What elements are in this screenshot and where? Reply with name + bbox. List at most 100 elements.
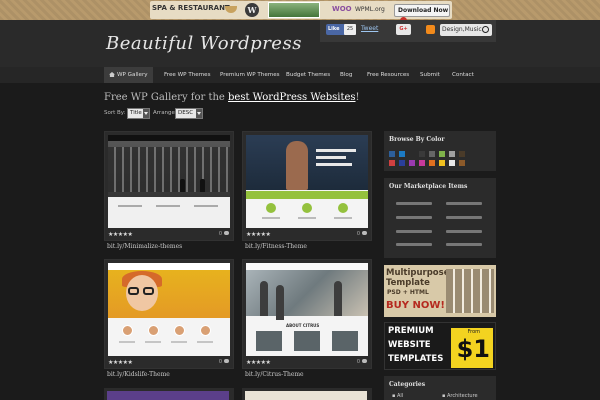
shot-line — [171, 341, 187, 343]
gallery-card-minimalize[interactable]: ★★★★★ 0 — [104, 131, 234, 241]
category-all[interactable]: ▪ All — [392, 393, 403, 399]
color-swatch[interactable] — [449, 160, 455, 166]
site-logo[interactable]: Beautiful Wordpress — [106, 33, 302, 54]
comment-count: 0 — [219, 359, 229, 365]
banner-website: WEBSITE — [388, 340, 431, 350]
color-swatch[interactable] — [409, 160, 415, 166]
title-prefix: Free WP Gallery for the — [104, 92, 229, 103]
nav-wp-gallery[interactable]: WP Gallery — [104, 67, 153, 83]
widget-title: Categories — [389, 381, 426, 388]
color-swatch[interactable] — [429, 160, 435, 166]
theme-screenshot[interactable] — [107, 391, 229, 400]
card-caption-fitness[interactable]: bit.ly/Fitness-Theme — [245, 243, 307, 250]
color-swatch[interactable] — [389, 160, 395, 166]
count-value: 0 — [218, 231, 222, 237]
color-swatch[interactable] — [419, 160, 425, 166]
banner-word: Multipurpose — [386, 268, 450, 278]
theme-screenshot[interactable] — [108, 135, 230, 228]
color-swatch[interactable] — [409, 151, 415, 157]
nav-submit[interactable]: Submit — [420, 67, 440, 83]
premium-website-templates-banner[interactable]: PREMIUM WEBSITE TEMPLATES From $1 — [384, 322, 496, 370]
marketplace-widget: Our Marketplace Items — [384, 178, 496, 258]
shot-line — [119, 341, 135, 343]
banner-templates: TEMPLATES — [388, 354, 444, 364]
gallery-card-citrus[interactable]: ABOUT CITRUS ★★★★★ 0 — [242, 259, 372, 369]
shot-topbar — [108, 135, 230, 141]
color-swatch[interactable] — [459, 160, 465, 166]
theme-screenshot[interactable] — [246, 135, 368, 228]
shot-figure — [286, 141, 308, 190]
gallery-card-kidslife[interactable]: ★★★★★ 0 — [104, 259, 234, 369]
card-caption-citrus[interactable]: bit.ly/Citrus-Theme — [245, 371, 304, 378]
color-swatch[interactable] — [439, 160, 445, 166]
marketplace-item[interactable] — [396, 243, 432, 246]
nav-free-resources[interactable]: Free Resources — [367, 67, 409, 83]
nav-premium-wp-themes[interactable]: Premium WP Themes — [220, 67, 280, 83]
marketplace-item[interactable] — [396, 202, 432, 205]
price-value: $1 — [456, 335, 490, 363]
gallery-card-fitness[interactable]: ★★★★★ 0 — [242, 131, 372, 241]
google-plus-button[interactable]: G+ — [396, 24, 411, 35]
shot-glasses — [143, 287, 154, 295]
rss-icon[interactable] — [426, 25, 435, 34]
comment-icon — [362, 231, 367, 235]
facebook-like-count: 25 — [344, 24, 356, 35]
shot-topbar — [108, 263, 230, 270]
search-input[interactable]: Design,Music — [440, 24, 492, 36]
marketplace-item[interactable] — [396, 230, 432, 233]
rating-stars[interactable]: ★★★★★ — [246, 231, 271, 238]
marketplace-item[interactable] — [396, 216, 432, 219]
banner-premium: PREMIUM — [388, 326, 434, 336]
rating-stars[interactable]: ★★★★★ — [108, 231, 133, 238]
card-caption-kidslife[interactable]: bit.ly/Kidslife-Theme — [107, 371, 170, 378]
nav-contact[interactable]: Contact — [452, 67, 474, 83]
card-caption-minimalize[interactable]: bit.ly/Minimalize-themes — [107, 243, 182, 250]
category-architecture[interactable]: ▪ Architecture — [442, 393, 478, 399]
shot-architecture — [108, 147, 230, 192]
top-banner: SPA & RESTAURANT W WOO WPML.org Download… — [0, 0, 600, 24]
theme-screenshot[interactable] — [245, 391, 367, 400]
color-swatch[interactable] — [389, 151, 395, 157]
banner-psd-html: PSD + HTML — [387, 289, 429, 296]
nav-blog[interactable]: Blog — [340, 67, 352, 83]
shot-image — [256, 331, 282, 351]
buy-now-label: BUY NOW! — [386, 300, 445, 311]
theme-screenshot[interactable] — [108, 263, 230, 356]
marketplace-item[interactable] — [446, 243, 482, 246]
color-swatch[interactable] — [419, 151, 425, 157]
woo-logo: WOO — [332, 5, 352, 13]
comment-count: 0 — [357, 231, 367, 237]
gallery-card-next[interactable] — [242, 388, 372, 400]
shot-line — [145, 341, 161, 343]
rating-stars[interactable]: ★★★★★ — [108, 359, 133, 366]
marketplace-item[interactable] — [446, 202, 482, 205]
theme-screenshot[interactable]: ABOUT CITRUS — [246, 263, 368, 356]
color-swatch[interactable] — [429, 151, 435, 157]
widget-title: Our Marketplace Items — [389, 183, 468, 190]
home-icon — [109, 72, 115, 77]
color-swatch[interactable] — [459, 151, 465, 157]
color-swatch[interactable] — [399, 160, 405, 166]
wordpress-logo-icon: W — [245, 3, 259, 17]
arrange-select[interactable]: DESC — [175, 108, 203, 119]
color-swatch[interactable] — [399, 151, 405, 157]
tweet-link[interactable]: Tweet — [361, 25, 378, 32]
nav-budget-themes[interactable]: Budget Themes — [286, 67, 330, 83]
color-swatch[interactable] — [439, 151, 445, 157]
sort-by-select[interactable]: Title — [127, 108, 150, 119]
marketplace-item[interactable] — [446, 216, 482, 219]
nav-free-wp-themes[interactable]: Free WP Themes — [164, 67, 211, 83]
best-wordpress-websites-link[interactable]: best WordPress Websites — [228, 92, 356, 103]
shot-line — [262, 217, 280, 219]
color-swatch[interactable] — [449, 151, 455, 157]
marketplace-item[interactable] — [446, 230, 482, 233]
search-icon[interactable] — [482, 26, 489, 33]
rating-stars[interactable]: ★★★★★ — [246, 359, 271, 366]
count-value: 0 — [218, 359, 222, 365]
gallery-card-next[interactable] — [104, 388, 234, 400]
template-thumbnails — [446, 269, 494, 313]
download-now-button[interactable]: Download Now — [394, 4, 450, 24]
shot-line — [197, 341, 213, 343]
banner-ad[interactable]: SPA & RESTAURANT W WOO WPML.org Download… — [150, 1, 452, 24]
multipurpose-template-banner[interactable]: Multipurpose Template PSD + HTML BUY NOW! — [384, 265, 496, 317]
